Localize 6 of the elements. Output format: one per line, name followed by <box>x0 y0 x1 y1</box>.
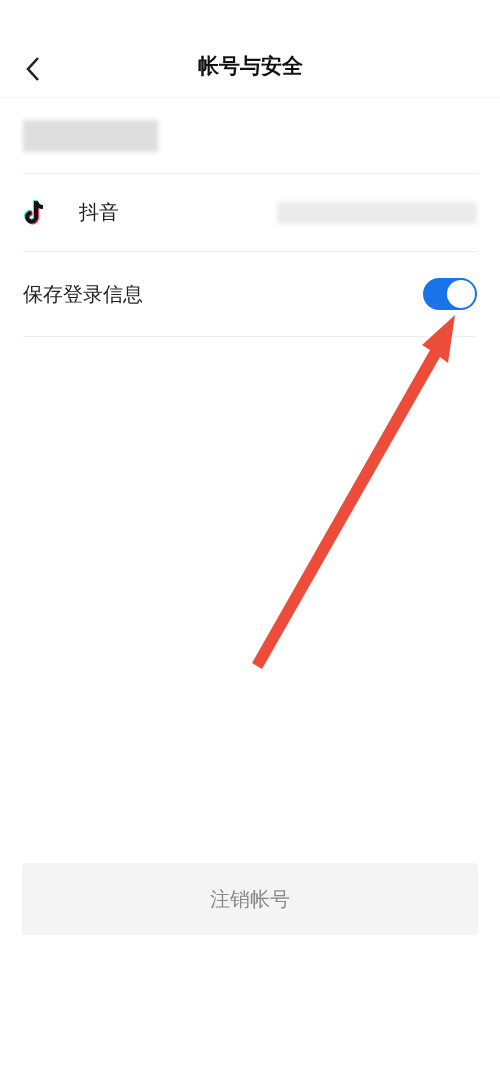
app-name: 抖音 <box>79 199 119 226</box>
setting-label: 保存登录信息 <box>23 280 143 308</box>
toggle-switch[interactable] <box>423 278 477 310</box>
back-icon[interactable] <box>24 56 42 82</box>
cancel-account-button[interactable]: 注销帐号 <box>22 863 478 935</box>
page-title: 帐号与安全 <box>197 52 303 80</box>
